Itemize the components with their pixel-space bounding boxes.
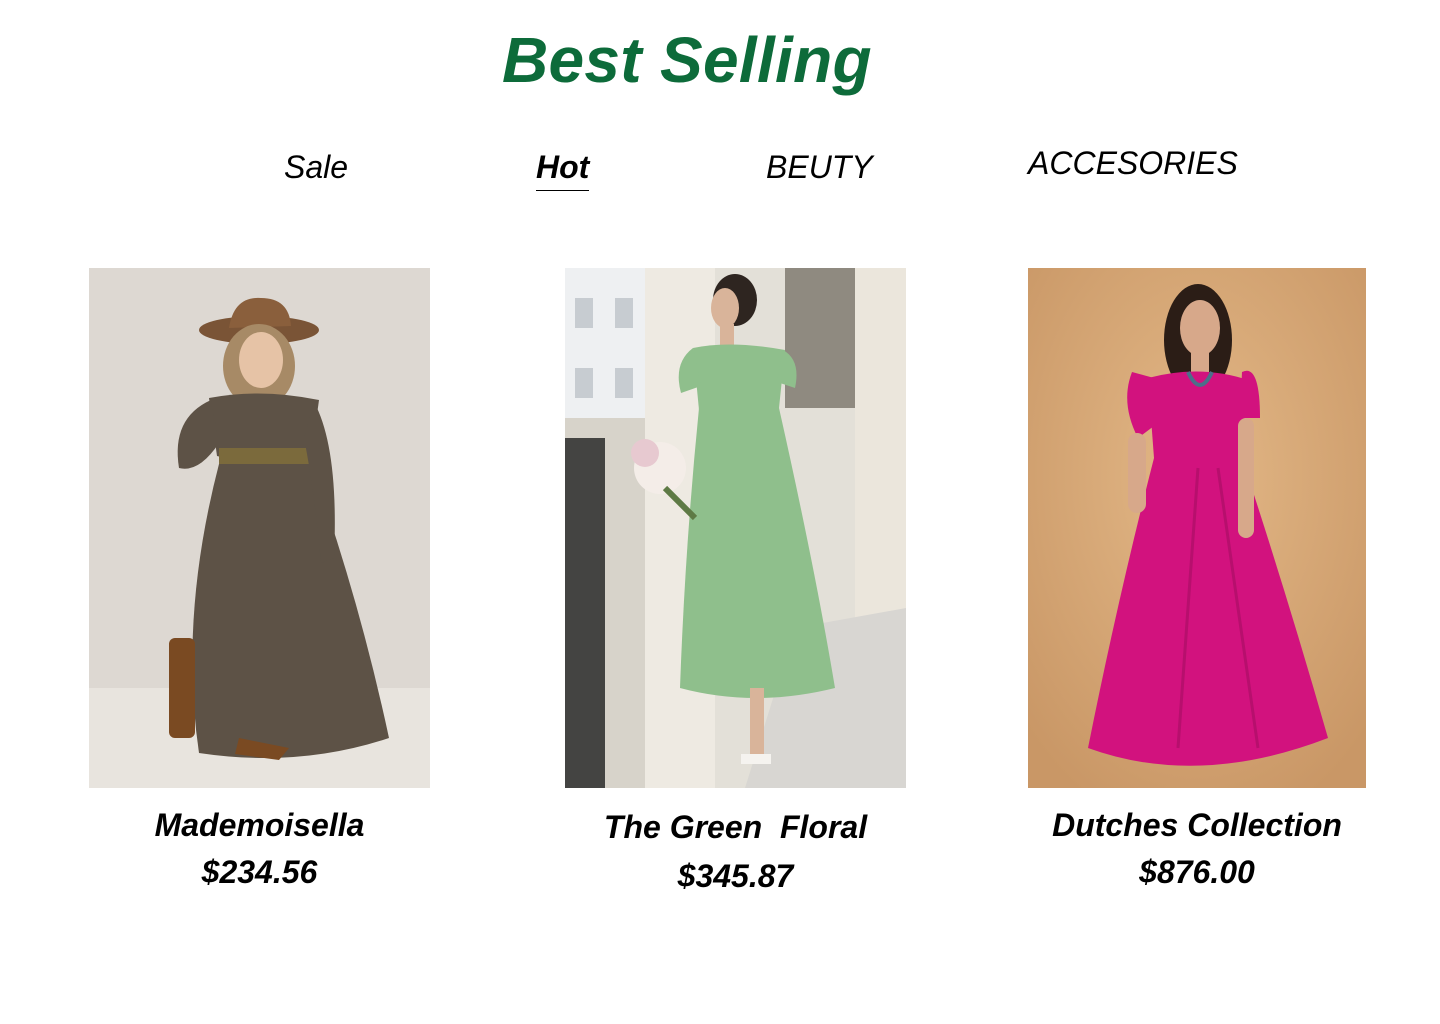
window-right [785, 268, 855, 408]
window [575, 368, 593, 398]
window [575, 298, 593, 328]
best-selling-page: Best Selling Sale Hot BEUTY ACCESORIES M… [0, 0, 1440, 1024]
arm-right [1238, 418, 1254, 538]
product-image-dutches-collection[interactable] [1028, 268, 1366, 788]
window [615, 368, 633, 398]
tab-beuty[interactable]: BEUTY [766, 148, 873, 190]
product-price: $234.56 [201, 854, 318, 890]
black-railing [565, 438, 605, 788]
product-image-green-floral[interactable] [565, 268, 906, 788]
building-left [565, 268, 655, 438]
face [1180, 300, 1220, 356]
product-name[interactable]: The Green Floral [565, 808, 906, 846]
product-price: $876.00 [1139, 854, 1255, 890]
product-price: $345.87 [677, 858, 794, 894]
product-name[interactable]: Mademoisella [89, 806, 430, 844]
shoe [741, 754, 771, 764]
face [239, 332, 283, 388]
window [615, 298, 633, 328]
tab-sale[interactable]: Sale [284, 148, 348, 190]
bouquet [631, 439, 659, 467]
page-title: Best Selling [502, 24, 872, 96]
product-name[interactable]: Dutches Collection [1028, 806, 1366, 844]
tab-accesories[interactable]: ACCESORIES [1028, 144, 1238, 186]
leg [750, 688, 764, 758]
belt [219, 448, 311, 464]
boot-left [169, 638, 195, 738]
dress-bodice [693, 344, 785, 414]
face [711, 288, 739, 328]
arm-left [1128, 433, 1146, 513]
neck [1191, 352, 1209, 374]
tab-hot[interactable]: Hot [536, 148, 590, 191]
product-image-mademoisella[interactable] [89, 268, 430, 788]
